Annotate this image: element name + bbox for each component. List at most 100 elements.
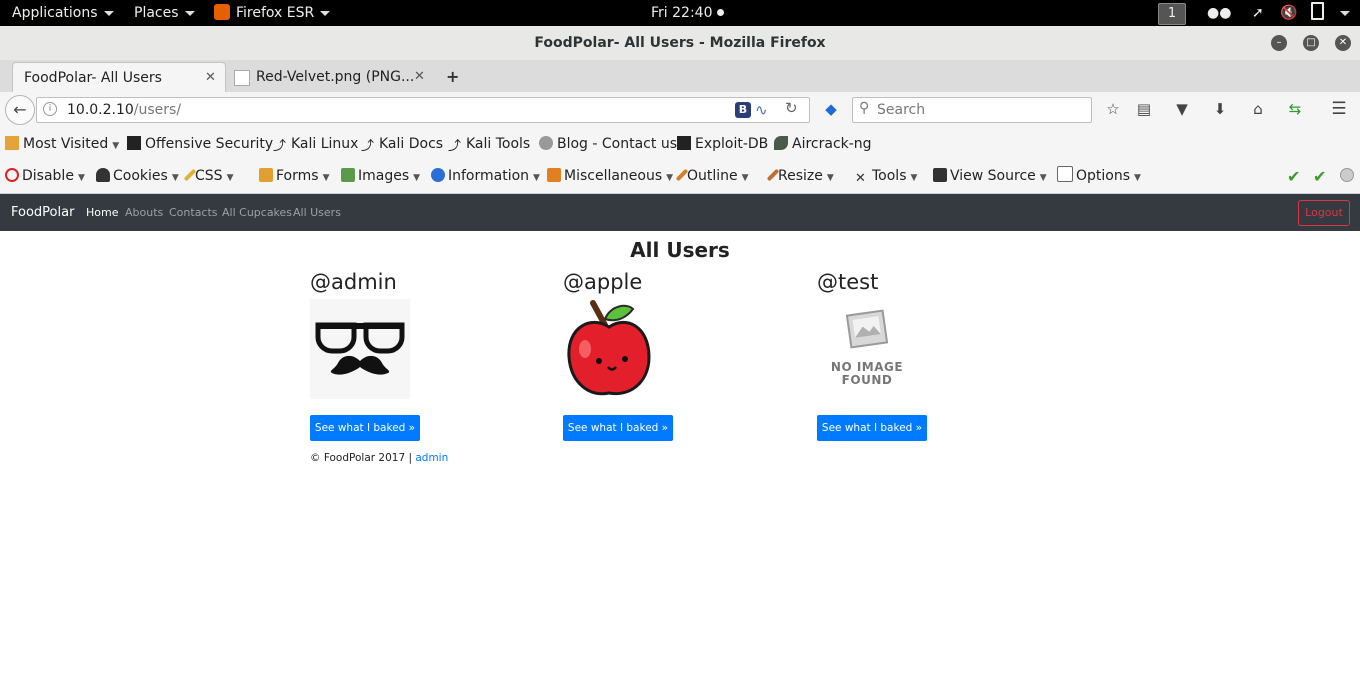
- footer-text: © FoodPolar 2017 |: [310, 452, 413, 464]
- info-icon[interactable]: i: [43, 102, 57, 116]
- bookmark-star-icon[interactable]: ☆: [1102, 98, 1124, 120]
- kali-dragon-icon: ⤴: [273, 139, 287, 154]
- tab-label: Red-Velvet.png (PNG...: [256, 69, 415, 85]
- status-circle-icon[interactable]: [1340, 160, 1354, 193]
- bookmark-kali-tools[interactable]: ⤴ Kali Tools: [448, 128, 530, 160]
- workspace-indicator[interactable]: 1: [1158, 3, 1186, 25]
- battery-icon[interactable]: [1311, 0, 1324, 26]
- chevron-down-icon: ▼: [666, 173, 674, 183]
- bookmarks-toolbar: Most Visited ▼ Offensive Security ⤴ Kali L…: [0, 128, 1360, 160]
- foxyproxy-icon[interactable]: ◆: [820, 98, 842, 120]
- firefox-app-menu[interactable]: Firefox ESR: [214, 0, 331, 26]
- clock[interactable]: Fri 22:40: [651, 0, 724, 26]
- bookmark-label: Offensive Security: [145, 136, 274, 152]
- nav-all-cupcakes[interactable]: All Cupcakes: [222, 194, 292, 231]
- bookmark-label: Exploit-DB: [695, 136, 769, 152]
- network-icon[interactable]: ➚: [1252, 0, 1264, 26]
- hamburger-menu-icon[interactable]: ☰: [1328, 98, 1350, 120]
- chevron-down-icon: ▼: [533, 173, 540, 183]
- bookmark-blog-contact[interactable]: Blog - Contact us: [539, 128, 677, 160]
- reload-icon[interactable]: ↻: [785, 99, 798, 117]
- misc-icon: [547, 168, 561, 182]
- search-box[interactable]: ⚲ Search: [852, 97, 1092, 123]
- wd-outline-menu[interactable]: Outline ▼: [675, 160, 749, 193]
- bookmark-kali-docs[interactable]: ⤴ Kali Docs: [361, 128, 443, 160]
- close-tab-icon[interactable]: ✕: [414, 62, 425, 92]
- chevron-down-icon: ▼: [1134, 173, 1141, 183]
- wd-label: Images: [358, 168, 410, 184]
- wd-disable-menu[interactable]: Disable ▼: [5, 160, 85, 193]
- clock-label: Fri 22:40: [651, 5, 713, 21]
- wd-miscellaneous-menu[interactable]: Miscellaneous ▼: [547, 160, 673, 193]
- bookmark-kali-linux[interactable]: ⤴ Kali Linux: [273, 128, 358, 160]
- close-window-icon[interactable]: ✕: [1335, 35, 1351, 51]
- see-baked-button[interactable]: See what I baked »: [563, 415, 673, 441]
- bitdefender-icon[interactable]: B: [735, 102, 751, 118]
- chevron-down-icon: ▼: [413, 173, 421, 183]
- html-valid-check-icon[interactable]: ✔: [1313, 160, 1326, 193]
- wd-label: Outline: [687, 168, 738, 184]
- wd-label: Cookies: [113, 168, 168, 184]
- wd-view-source-menu[interactable]: View Source ▼: [933, 160, 1047, 193]
- applications-menu[interactable]: Applications: [12, 0, 114, 26]
- tab-red-velvet[interactable]: Red-Velvet.png (PNG... ✕: [226, 62, 436, 92]
- nav-contacts[interactable]: Contacts: [169, 194, 218, 231]
- notification-dot-icon: [716, 9, 724, 16]
- css-valid-check-icon[interactable]: ✔: [1287, 160, 1300, 193]
- volume-muted-icon[interactable]: 🔇: [1280, 0, 1297, 26]
- kali-dragon-icon: ⤴: [361, 139, 375, 154]
- places-label: Places: [134, 5, 179, 21]
- url-text[interactable]: 10.0.2.10/users/: [67, 98, 181, 122]
- maximize-icon[interactable]: □: [1303, 35, 1319, 51]
- user-card: @admin See what I baked »: [310, 268, 550, 441]
- wd-options-menu[interactable]: Options ▼: [1057, 160, 1141, 193]
- proxy-switch-icon[interactable]: ⇆: [1284, 98, 1306, 120]
- camera-icon[interactable]: ●●: [1207, 0, 1231, 26]
- footer-admin-link[interactable]: admin: [415, 452, 448, 464]
- logout-button[interactable]: Logout: [1298, 200, 1350, 226]
- wd-images-menu[interactable]: Images ▼: [341, 160, 420, 193]
- wd-label: Options: [1076, 168, 1131, 184]
- pocket-icon[interactable]: ▼: [1171, 98, 1193, 120]
- wappalyzer-icon[interactable]: ∿: [755, 101, 768, 119]
- wd-label: Forms: [276, 168, 319, 184]
- bookmark-aircrack-ng[interactable]: Aircrack-ng: [774, 128, 872, 160]
- reading-list-icon[interactable]: ▤: [1133, 98, 1155, 120]
- web-developer-toolbar: Disable ▼ Cookies ▼ CSS ▼ Forms ▼ Images ▼ In…: [0, 160, 1360, 194]
- cookies-icon: [96, 168, 110, 182]
- wd-css-menu[interactable]: CSS ▼: [183, 160, 233, 193]
- wd-resize-menu[interactable]: Resize ▼: [766, 160, 834, 193]
- globe-icon: [539, 136, 553, 150]
- bookmark-exploit-db[interactable]: Exploit-DB: [677, 128, 768, 160]
- wd-information-menu[interactable]: Information ▼: [431, 160, 540, 193]
- downloads-icon[interactable]: ⬇: [1209, 98, 1231, 120]
- bookmark-most-visited[interactable]: Most Visited ▼: [5, 128, 119, 160]
- nav-home[interactable]: Home: [86, 194, 118, 231]
- see-baked-button[interactable]: See what I baked »: [310, 415, 420, 441]
- url-bar[interactable]: i 10.0.2.10/users/ B ∿ ↻: [36, 97, 810, 123]
- site-brand[interactable]: FoodPolar: [11, 194, 74, 231]
- system-menu-chevron-icon[interactable]: [1334, 0, 1350, 26]
- tab-foodpolar-users[interactable]: FoodPolar- All Users ✕: [12, 62, 226, 93]
- no-image-line: FOUND: [841, 373, 893, 387]
- disable-icon: [5, 168, 19, 182]
- back-button[interactable]: ←: [5, 95, 35, 125]
- tab-label: FoodPolar- All Users: [24, 70, 162, 86]
- tools-icon: ✕: [855, 171, 866, 186]
- new-tab-button[interactable]: +: [446, 62, 459, 92]
- nav-all-users[interactable]: All Users: [293, 194, 341, 231]
- chevron-down-icon: ▼: [171, 173, 179, 183]
- home-icon[interactable]: ⌂: [1247, 98, 1269, 120]
- nav-abouts[interactable]: Abouts: [125, 194, 163, 231]
- wd-tools-menu[interactable]: ✕ Tools ▼: [855, 160, 917, 193]
- close-tab-icon[interactable]: ✕: [205, 63, 216, 93]
- bookmark-offensive-security[interactable]: Offensive Security: [127, 128, 273, 160]
- wd-forms-menu[interactable]: Forms ▼: [259, 160, 329, 193]
- see-baked-button[interactable]: See what I baked »: [817, 415, 927, 441]
- minimize-icon[interactable]: –: [1271, 35, 1287, 51]
- apple-icon: [567, 300, 651, 396]
- glasses-mustache-icon: [315, 322, 405, 375]
- wd-cookies-menu[interactable]: Cookies ▼: [96, 160, 179, 193]
- chevron-down-icon: ▼: [1039, 173, 1047, 183]
- places-menu[interactable]: Places: [134, 0, 195, 26]
